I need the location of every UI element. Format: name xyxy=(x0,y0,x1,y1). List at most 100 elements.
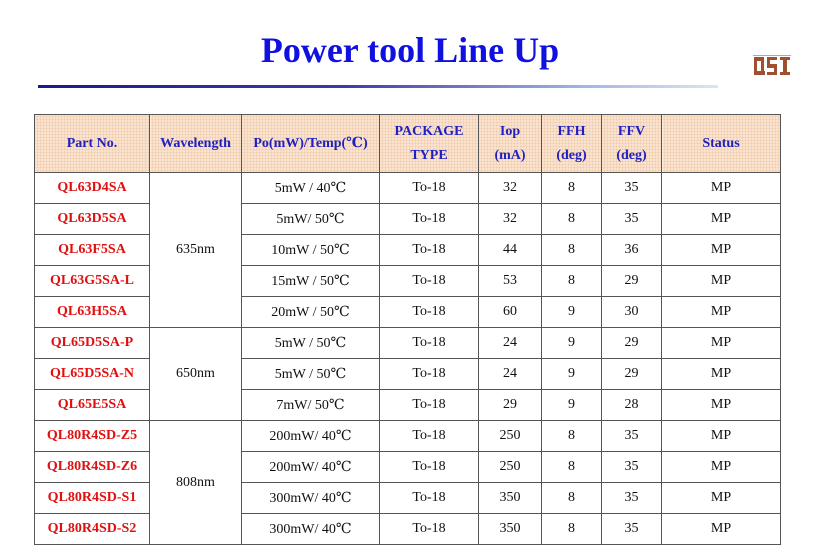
ffv-value: 36 xyxy=(601,234,662,266)
part-number: QL65D5SA-P xyxy=(34,327,150,359)
ffv-value: 35 xyxy=(601,420,662,452)
table-row: QL65E5SA 7mW/ 50℃ To-18 29 9 28 MP xyxy=(34,389,781,421)
ffh-value: 8 xyxy=(541,451,602,483)
header-ffv-line2: (deg) xyxy=(616,147,647,163)
wavelength-group-650: 650nm xyxy=(149,327,242,421)
status-value: MP xyxy=(661,389,781,421)
page-title: Power tool Line Up xyxy=(260,30,560,70)
part-number: QL65D5SA-N xyxy=(34,358,150,390)
ffv-value: 35 xyxy=(601,482,662,514)
ffv-value: 30 xyxy=(601,296,662,328)
table-row: QL63D5SA 5mW/ 50℃ To-18 32 8 35 MP xyxy=(34,203,781,235)
ffh-value: 9 xyxy=(541,327,602,359)
package-type: To-18 xyxy=(379,203,479,235)
part-number: QL63F5SA xyxy=(34,234,150,266)
header-ffh-line1: FFH xyxy=(557,123,586,139)
package-type: To-18 xyxy=(379,451,479,483)
iop-value: 44 xyxy=(478,234,542,266)
package-type: To-18 xyxy=(379,482,479,514)
header-status: Status xyxy=(661,114,781,173)
power-temp: 7mW/ 50℃ xyxy=(241,389,380,421)
table-row: QL63D4SA 635nm 5mW / 40℃ To-18 32 8 35 M… xyxy=(34,172,781,328)
ffh-value: 8 xyxy=(541,265,602,297)
ffv-value: 29 xyxy=(601,327,662,359)
status-value: MP xyxy=(661,234,781,266)
status-value: MP xyxy=(661,482,781,514)
power-temp: 20mW / 50℃ xyxy=(241,296,380,328)
power-temp: 200mW/ 40℃ xyxy=(241,451,380,483)
table-row: QL63G5SA-L 15mW / 50℃ To-18 53 8 29 MP xyxy=(34,265,781,297)
part-number: QL63D5SA xyxy=(34,203,150,235)
iop-value: 350 xyxy=(478,513,542,545)
ffv-value: 35 xyxy=(601,513,662,545)
part-number: QL80R4SD-S1 xyxy=(34,482,150,514)
table-row: QL63H5SA 20mW / 50℃ To-18 60 9 30 MP xyxy=(34,296,781,328)
product-lineup-table: Part No. Wavelength Po(mW)/Temp(℃) PACKA… xyxy=(34,114,781,545)
ffh-value: 9 xyxy=(541,389,602,421)
status-value: MP xyxy=(661,265,781,297)
package-type: To-18 xyxy=(379,420,479,452)
package-type: To-18 xyxy=(379,296,479,328)
iop-value: 350 xyxy=(478,482,542,514)
title-underline xyxy=(38,85,718,88)
header-package-line2: TYPE xyxy=(410,147,448,163)
iop-value: 60 xyxy=(478,296,542,328)
power-temp: 15mW / 50℃ xyxy=(241,265,380,297)
header-iop: Iop (mA) xyxy=(478,114,542,173)
package-type: To-18 xyxy=(379,358,479,390)
ffh-value: 8 xyxy=(541,513,602,545)
status-value: MP xyxy=(661,513,781,545)
qsi-logo xyxy=(753,55,791,77)
wavelength-group-635: 635nm xyxy=(149,172,242,328)
ffh-value: 8 xyxy=(541,482,602,514)
status-value: MP xyxy=(661,358,781,390)
package-type: To-18 xyxy=(379,389,479,421)
part-number: QL63G5SA-L xyxy=(34,265,150,297)
header-ffh-line2: (deg) xyxy=(556,147,587,163)
table-row: QL80R4SD-Z6 200mW/ 40℃ To-18 250 8 35 MP xyxy=(34,451,781,483)
ffv-value: 28 xyxy=(601,389,662,421)
part-number: QL80R4SD-Z5 xyxy=(34,420,150,452)
ffv-value: 35 xyxy=(601,172,662,204)
status-value: MP xyxy=(661,420,781,452)
iop-value: 24 xyxy=(478,327,542,359)
table-row: QL80R4SD-S2 300mW/ 40℃ To-18 350 8 35 MP xyxy=(34,513,781,545)
package-type: To-18 xyxy=(379,234,479,266)
part-number: QL80R4SD-Z6 xyxy=(34,451,150,483)
table-row: QL80R4SD-S1 300mW/ 40℃ To-18 350 8 35 MP xyxy=(34,482,781,514)
part-number: QL63H5SA xyxy=(34,296,150,328)
header-package-line1: PACKAGE xyxy=(394,123,464,139)
status-value: MP xyxy=(661,327,781,359)
part-number: QL63D4SA xyxy=(34,172,150,204)
table-row: QL80R4SD-Z5 808nm 200mW/ 40℃ To-18 250 8… xyxy=(34,420,781,545)
header-part-no: Part No. xyxy=(34,114,150,173)
status-value: MP xyxy=(661,203,781,235)
ffh-value: 8 xyxy=(541,203,602,235)
power-temp: 300mW/ 40℃ xyxy=(241,513,380,545)
header-iop-line2: (mA) xyxy=(494,147,526,163)
part-number: QL80R4SD-S2 xyxy=(34,513,150,545)
ffh-value: 9 xyxy=(541,358,602,390)
ffv-value: 35 xyxy=(601,451,662,483)
iop-value: 32 xyxy=(478,203,542,235)
header-iop-line1: Iop xyxy=(499,123,521,139)
package-type: To-18 xyxy=(379,327,479,359)
header-po-temp: Po(mW)/Temp(℃) xyxy=(241,114,380,173)
ffv-value: 35 xyxy=(601,203,662,235)
iop-value: 29 xyxy=(478,389,542,421)
wavelength-group-808: 808nm xyxy=(149,420,242,545)
ffh-value: 8 xyxy=(541,172,602,204)
power-temp: 5mW / 50℃ xyxy=(241,358,380,390)
ffh-value: 8 xyxy=(541,234,602,266)
status-value: MP xyxy=(661,296,781,328)
power-temp: 5mW / 40℃ xyxy=(241,172,380,204)
ffh-value: 8 xyxy=(541,420,602,452)
iop-value: 32 xyxy=(478,172,542,204)
iop-value: 24 xyxy=(478,358,542,390)
iop-value: 53 xyxy=(478,265,542,297)
table-header-row: Part No. Wavelength Po(mW)/Temp(℃) PACKA… xyxy=(34,114,781,173)
table-row: QL63F5SA 10mW / 50℃ To-18 44 8 36 MP xyxy=(34,234,781,266)
header-wavelength: Wavelength xyxy=(149,114,242,173)
ffh-value: 9 xyxy=(541,296,602,328)
status-value: MP xyxy=(661,172,781,204)
